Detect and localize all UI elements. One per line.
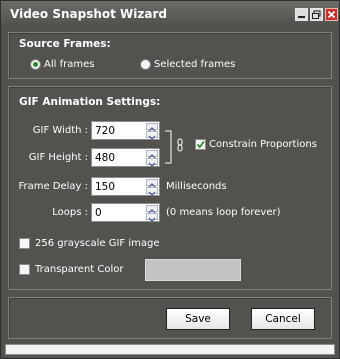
transparent-color-swatch[interactable] [145, 259, 241, 281]
loops-spinner[interactable]: 0 [91, 203, 160, 222]
gif-settings-title: GIF Animation Settings: [19, 96, 161, 108]
spin-down-icon[interactable] [146, 158, 158, 167]
constrain-proportions-checkbox[interactable] [195, 139, 206, 150]
spin-down-icon[interactable] [146, 187, 158, 196]
chain-link-icon [165, 130, 183, 164]
button-bar: Save Cancel [8, 297, 332, 339]
transparent-color-label[interactable]: Transparent Color [35, 264, 124, 275]
loops-hint: (0 means loop forever) [166, 207, 281, 218]
frame-delay-spinner[interactable]: 150 [91, 177, 160, 196]
selected-frames-radio[interactable] [140, 59, 151, 70]
spin-up-icon[interactable] [146, 179, 158, 188]
title-bar[interactable]: Video Snapshot Wizard [1, 1, 339, 28]
close-button[interactable] [325, 8, 338, 21]
spin-down-icon[interactable] [146, 131, 158, 140]
grayscale-checkbox[interactable] [19, 238, 30, 249]
grayscale-label[interactable]: 256 grayscale GIF image [35, 238, 160, 249]
gif-height-label: GIF Height : [28, 152, 88, 163]
cancel-button[interactable]: Cancel [251, 308, 315, 330]
loops-value[interactable]: 0 [95, 207, 102, 219]
source-frames-group: Source Frames: All frames Selected frame… [8, 32, 332, 79]
frame-delay-value[interactable]: 150 [95, 181, 115, 193]
all-frames-radio[interactable] [30, 59, 41, 70]
gif-width-label: GIF Width : [32, 125, 88, 136]
constrain-proportions-label[interactable]: Constrain Proportions [209, 139, 317, 150]
gif-width-value[interactable]: 720 [95, 125, 115, 137]
loops-arrows[interactable] [146, 205, 158, 222]
gif-height-value[interactable]: 480 [95, 152, 115, 164]
restore-icon [312, 10, 321, 19]
minimize-icon [298, 16, 305, 18]
spin-up-icon[interactable] [146, 150, 158, 159]
save-button[interactable]: Save [166, 308, 230, 330]
gif-width-spinner[interactable]: 720 [91, 121, 160, 140]
frame-delay-label: Frame Delay : [18, 181, 88, 192]
gif-width-arrows[interactable] [146, 123, 158, 140]
minimize-button[interactable] [295, 8, 308, 21]
source-frames-title: Source Frames: [19, 38, 111, 50]
checkmark-icon [196, 140, 205, 149]
loops-label: Loops : [52, 207, 88, 218]
spin-up-icon[interactable] [146, 205, 158, 214]
video-snapshot-wizard-window: Video Snapshot Wizard Source Frames: All… [0, 0, 340, 359]
frame-delay-unit: Milliseconds [166, 181, 227, 192]
status-bar [5, 344, 335, 355]
transparent-color-checkbox[interactable] [19, 264, 30, 275]
frame-delay-arrows[interactable] [146, 179, 158, 196]
all-frames-label[interactable]: All frames [44, 59, 94, 70]
gif-settings-group: GIF Animation Settings: GIF Width : 720 … [8, 86, 332, 290]
selected-frames-label[interactable]: Selected frames [154, 59, 235, 70]
gif-height-arrows[interactable] [146, 150, 158, 167]
gif-height-spinner[interactable]: 480 [91, 148, 160, 167]
close-icon [327, 10, 336, 19]
restore-button[interactable] [310, 8, 323, 21]
window-title: Video Snapshot Wizard [10, 7, 167, 21]
spin-down-icon[interactable] [146, 213, 158, 222]
spin-up-icon[interactable] [146, 123, 158, 132]
